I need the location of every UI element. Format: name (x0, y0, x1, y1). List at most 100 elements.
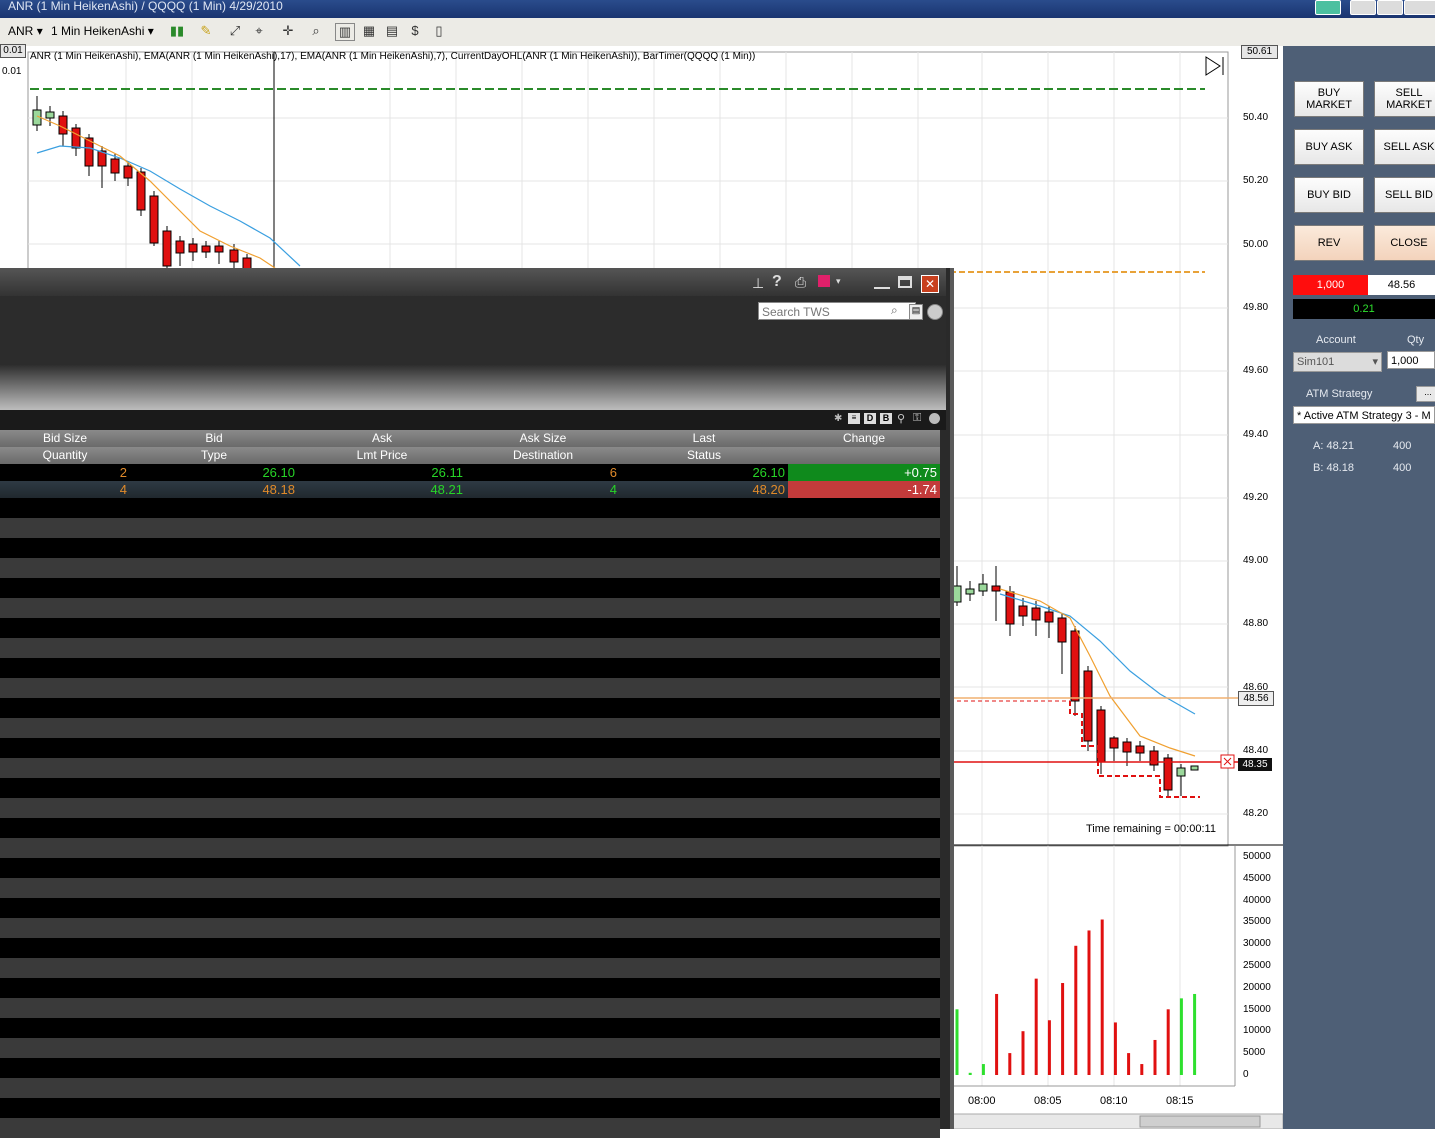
volume-bar (1074, 945, 1078, 1075)
restore-icon[interactable] (898, 276, 912, 288)
grid-help-icon[interactable] (929, 413, 940, 424)
b-icon[interactable]: B (880, 413, 892, 424)
draw-tool-icon[interactable]: ⤢ (226, 23, 244, 39)
volume-bars (955, 919, 1197, 1075)
volume-bar (1140, 1064, 1144, 1075)
buy-market-button[interactable]: BUY MARKET (1294, 81, 1364, 117)
empty-row (0, 858, 940, 878)
column-header[interactable]: Ask (298, 431, 466, 445)
close-icon[interactable]: ✕ (921, 275, 939, 293)
volume-bar (995, 993, 999, 1075)
settings-icon[interactable]: ✱ (834, 413, 842, 424)
column-header[interactable]: Destination (466, 448, 620, 462)
ask-size: 400 (1393, 440, 1412, 452)
column-header[interactable]: Bid (130, 431, 298, 445)
strategies-icon[interactable]: ▤ (383, 23, 401, 39)
app-icon-button[interactable] (1315, 0, 1341, 15)
cell-bid-size: 4 (119, 482, 127, 497)
reverse-button[interactable]: REV (1294, 225, 1364, 261)
empty-row (0, 678, 940, 698)
position-price: 48.56 (1368, 275, 1435, 295)
sell-ask-button[interactable]: SELL ASK (1374, 129, 1435, 165)
volume-bar (1021, 1031, 1025, 1075)
bid-size: 400 (1393, 462, 1412, 474)
volume-bar (968, 1072, 972, 1075)
time-tick-label: 08:10 (1100, 1095, 1128, 1107)
qty-input[interactable]: 1,000 (1387, 351, 1435, 369)
pin-icon[interactable]: ⊥ (752, 275, 764, 292)
minimize-button[interactable] (1350, 0, 1376, 15)
column-header[interactable]: Type (130, 448, 298, 462)
volume-tick-label: 5000 (1243, 1047, 1266, 1059)
column-headers: Bid Size Bid Ask Ask Size Last Change (0, 430, 940, 447)
properties-icon[interactable]: $ (406, 23, 424, 39)
empty-row (0, 798, 940, 818)
print-icon[interactable]: ⎙ (795, 274, 806, 291)
cell-ask-size: 6 (609, 465, 617, 480)
cube-icon[interactable] (818, 275, 830, 287)
indicator-label: ANR (1 Min HeikenAshi), EMA(ANR (1 Min H… (30, 51, 756, 62)
pencil-icon[interactable]: ✎ (197, 23, 215, 39)
price-tick-label: 49.20 (1243, 491, 1269, 503)
buy-bid-button[interactable]: BUY BID (1294, 177, 1364, 213)
volume-tick-label: 25000 (1243, 960, 1271, 971)
cell-change: +0.75 (788, 464, 940, 481)
volume-bar (1061, 983, 1065, 1075)
crosshair-icon[interactable]: ✛ (279, 23, 297, 39)
cell-last: 48.20 (752, 482, 785, 497)
column-header[interactable]: Status (620, 448, 788, 462)
atm-strategy-select[interactable]: * Active ATM Strategy 3 - M (1293, 406, 1435, 424)
volume-bar (1047, 1020, 1051, 1075)
volume-bar (1153, 1039, 1157, 1075)
empty-row (0, 1098, 940, 1118)
period-selector[interactable]: 1 Min HeikenAshi ▾ (51, 24, 154, 38)
volume-bar (1113, 1022, 1117, 1075)
column-header[interactable]: Lmt Price (298, 448, 466, 462)
lock-icon[interactable]: ⚿ (913, 412, 921, 425)
column-header[interactable]: Last (620, 431, 788, 445)
empty-row (0, 638, 940, 658)
list-icon[interactable]: ≡ (848, 413, 860, 424)
empty-row (0, 1038, 940, 1058)
column-header[interactable]: Change (788, 431, 940, 445)
buy-ask-button[interactable]: BUY ASK (1294, 129, 1364, 165)
table-row[interactable]: 4 48.18 48.21 4 48.20 -1.74 (0, 481, 940, 498)
volume-tick-label: 40000 (1243, 894, 1271, 906)
chevron-down-icon[interactable]: ▾ (836, 276, 841, 287)
volume-tick-label: 10000 (1243, 1025, 1271, 1037)
empty-row (0, 818, 940, 838)
search-icon[interactable]: ⌕ (891, 303, 898, 318)
help-icon[interactable]: ? (772, 273, 782, 291)
empty-row (0, 778, 940, 798)
account-select[interactable]: Sim101 ▾ (1293, 352, 1382, 372)
sell-market-button[interactable]: SELL MARKET (1374, 81, 1435, 117)
table-row[interactable]: 2 26.10 26.11 6 26.10 +0.75 (0, 464, 940, 481)
close-position-button[interactable]: CLOSE (1374, 225, 1435, 261)
chart-style-icon[interactable]: ▮▮ (168, 23, 186, 39)
empty-row (0, 958, 940, 978)
filter-icon[interactable]: ⚲ (897, 412, 905, 425)
data-box-icon[interactable]: ▯ (430, 23, 448, 39)
search-options-icon[interactable]: ▤ (909, 304, 923, 320)
column-header[interactable]: Ask Size (466, 431, 620, 445)
column-header[interactable]: Quantity (0, 448, 130, 462)
indicators-icon[interactable]: ▦ (360, 23, 378, 39)
chevron-down-icon: ▾ (36, 24, 43, 38)
zoom-icon[interactable]: ⌕ (307, 23, 325, 39)
atm-options-button[interactable]: ... (1416, 386, 1435, 402)
cell-last: 26.10 (752, 465, 785, 480)
close-window-button[interactable] (1404, 0, 1435, 15)
instrument-selector[interactable]: ANR ▾ (8, 24, 43, 38)
minimize-icon[interactable] (874, 277, 890, 289)
empty-row (0, 1118, 940, 1138)
maximize-button[interactable] (1377, 0, 1403, 15)
column-header[interactable]: Bid Size (0, 431, 130, 445)
left-value-box: 0.01 (0, 44, 26, 58)
d-icon[interactable]: D (864, 413, 876, 424)
top-price-label: 50.61 (1241, 45, 1278, 59)
sell-bid-button[interactable]: SELL BID (1374, 177, 1435, 213)
bar-type-icon[interactable]: ▥ (335, 23, 355, 41)
search-help-icon[interactable] (927, 304, 943, 320)
magnet-icon[interactable]: ⌖ (250, 23, 268, 39)
empty-row (0, 978, 940, 998)
